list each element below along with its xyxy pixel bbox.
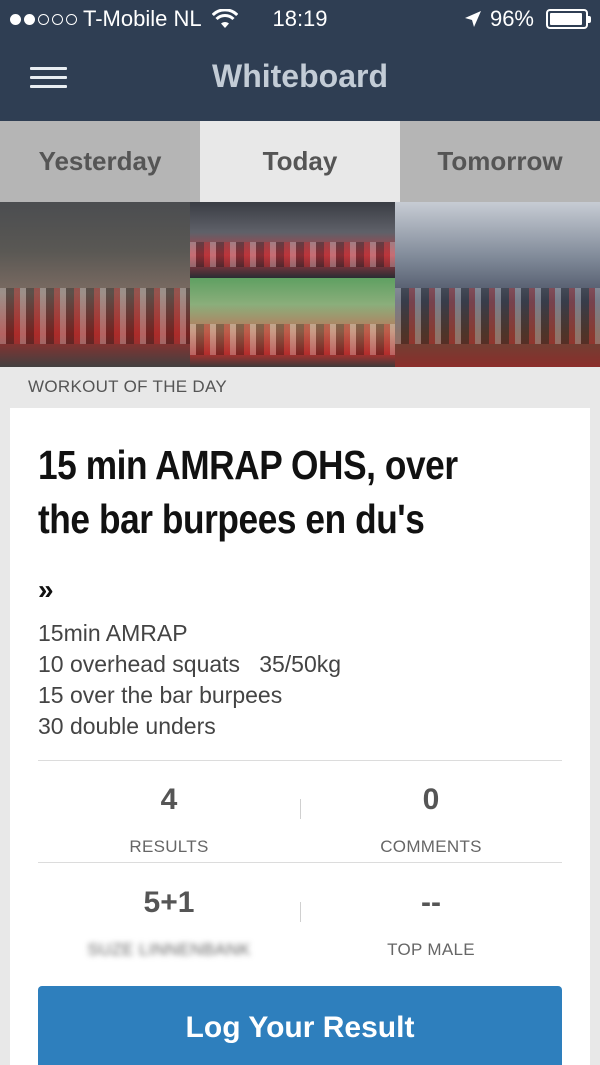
comments-stat[interactable]: 0 COMMENTS — [300, 761, 562, 856]
gym-photo — [0, 202, 190, 367]
workout-card: 15 min AMRAP OHS, over the bar burpees e… — [10, 408, 590, 1065]
tab-today[interactable]: Today — [200, 121, 400, 202]
section-label: WORKOUT OF THE DAY — [28, 377, 228, 396]
results-count: 4 — [160, 783, 178, 816]
top-female-stat[interactable]: 5+1 SUZE LINNENBANK — [38, 864, 300, 959]
status-right: 96% — [464, 6, 591, 32]
comments-label: COMMENTS — [380, 837, 482, 856]
top-female-name: SUZE LINNENBANK — [87, 940, 251, 959]
log-result-button[interactable]: Log Your Result — [38, 986, 562, 1065]
divider — [38, 862, 562, 863]
gym-photo-stack — [190, 202, 395, 367]
workout-description: 15min AMRAP 10 overhead squats 35/50kg 1… — [38, 618, 341, 742]
workout-line: 15min AMRAP — [38, 620, 188, 646]
gym-photo — [190, 278, 395, 367]
results-stat[interactable]: 4 RESULTS — [38, 761, 300, 856]
tab-tomorrow[interactable]: Tomorrow — [400, 121, 600, 202]
top-male-stat[interactable]: -- TOP MALE — [300, 864, 562, 959]
top-male-score: -- — [421, 886, 441, 919]
tab-yesterday[interactable]: Yesterday — [0, 121, 200, 202]
page-title: Whiteboard — [212, 58, 388, 94]
gym-photo — [395, 202, 600, 367]
stats-row-top: 5+1 SUZE LINNENBANK -- TOP MALE — [38, 864, 562, 959]
workout-line: 15 over the bar burpees — [38, 682, 283, 708]
nav-bar: Whiteboard — [0, 40, 600, 121]
top-bar: T-Mobile NL 18:19 96% Whiteboard — [0, 0, 600, 121]
workout-line: 30 double unders — [38, 713, 216, 739]
gym-photo-banner — [0, 202, 600, 367]
top-male-label: TOP MALE — [387, 940, 475, 959]
stats-row-counts: 4 RESULTS 0 COMMENTS — [38, 761, 562, 856]
expand-chevron-icon[interactable]: » — [38, 574, 54, 606]
battery-fill — [550, 13, 583, 25]
workout-line: 10 overhead squats 35/50kg — [38, 651, 342, 677]
battery-percent: 96% — [489, 6, 534, 31]
status-bar: T-Mobile NL 18:19 96% — [0, 0, 600, 40]
gym-photo — [190, 202, 395, 278]
location-arrow-icon — [464, 11, 481, 27]
comments-count: 0 — [422, 783, 440, 816]
day-tabs: Yesterday Today Tomorrow — [0, 121, 600, 202]
top-female-score: 5+1 — [143, 886, 195, 919]
workout-title: 15 min AMRAP OHS, over the bar burpees e… — [38, 442, 458, 542]
results-label: RESULTS — [129, 837, 209, 856]
battery-icon — [546, 9, 591, 29]
